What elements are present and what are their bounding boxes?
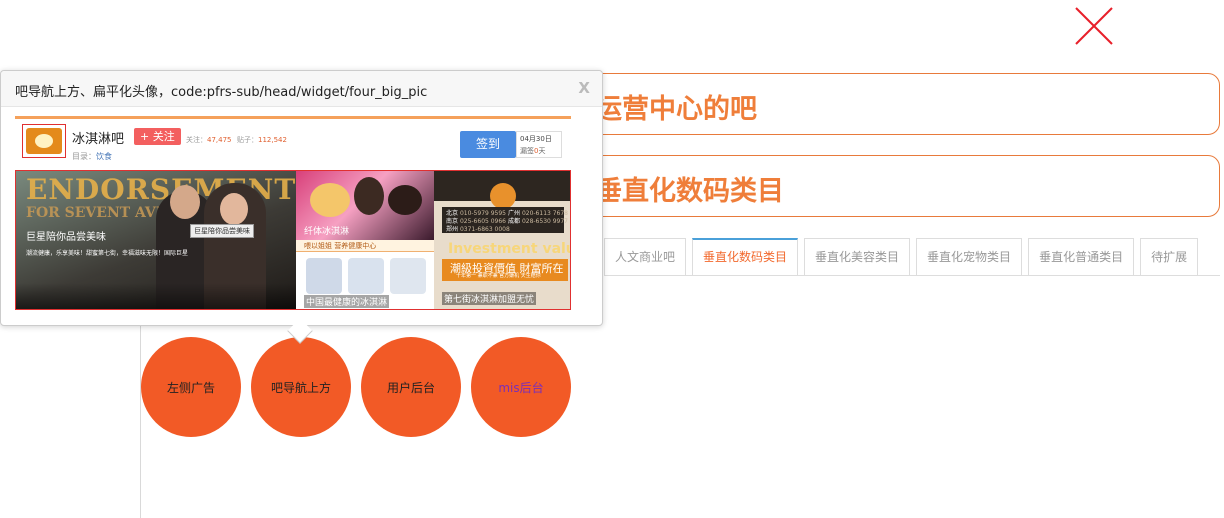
banner-operations-center[interactable]: 运营中心的吧	[560, 73, 1220, 135]
catalog-link[interactable]: 饮食	[96, 152, 112, 161]
circle-forum-nav-top[interactable]: 吧导航上方	[251, 337, 351, 437]
popup-title: 吧导航上方、扁平化头像，code:pfrs-sub/head/widget/fo…	[15, 85, 428, 100]
pic4-caption: 第七街冰淇淋加盟无忧	[442, 292, 537, 305]
tab-to-be-extended[interactable]: 待扩展	[1140, 238, 1199, 275]
seventh-ave-subheadline: FOR SEVENT AVE	[26, 205, 167, 221]
sign-streak: 漏签0天	[520, 147, 546, 155]
tab-vertical-pets[interactable]: 垂直化宠物类目	[916, 238, 1023, 275]
sign-date: 04月30日	[520, 135, 552, 143]
pic2-caption: 纤体冰淇淋	[304, 227, 350, 237]
tab-vertical-general[interactable]: 垂直化普通类目	[1028, 238, 1135, 275]
city-list: 北京 010-5979 9595 南京 025-6605 0966 郑州 037…	[442, 207, 568, 233]
big-pic-endorsement[interactable]: ENDORSEMENT FOR SEVENT AVE 巨星陪你品尝美味 巨星陪你…	[16, 171, 296, 309]
forum-avatar	[22, 124, 66, 158]
stat-posts: 贴子：112,542	[237, 136, 287, 144]
banner-vertical-digital[interactable]: 垂直化数码类目	[560, 155, 1220, 217]
sign-in-date-box: 04月30日 漏签0天	[516, 131, 562, 158]
big-pic-subcaption: 潮流健康，乐享美味！甜蜜第七街，幸福滋味无限！国际巨星	[26, 250, 189, 257]
pic-healthy-ice-cream[interactable]: 喂以姐姐 营养健康中心 中国最健康的冰淇淋	[296, 240, 434, 309]
stat-followers: 关注：47,475	[186, 136, 232, 144]
circle-left-ad[interactable]: 左侧广告	[141, 337, 241, 437]
tab-vertical-beauty[interactable]: 垂直化美容类目	[804, 238, 911, 275]
tab-divider	[604, 275, 1220, 276]
banner-title: 垂直化数码类目	[595, 176, 784, 207]
forum-catalog: 目录：饮食	[72, 152, 112, 161]
banner-title: 运营中心的吧	[595, 94, 757, 125]
tab-vertical-digital[interactable]: 垂直化数码类目	[692, 238, 799, 275]
pic-investment[interactable]: 北京 010-5979 9595 南京 025-6605 0966 郑州 037…	[434, 171, 570, 309]
category-tabs: 人文商业吧 垂直化数码类目 垂直化美容类目 垂直化宠物类目 垂直化普通类目 待扩…	[604, 238, 1199, 276]
circle-mis-backend[interactable]: mis后台	[471, 337, 571, 437]
pic-slim-ice-cream[interactable]: 纤体冰淇淋	[296, 171, 434, 240]
pic3-caption: 中国最健康的冰淇淋	[304, 295, 390, 308]
content-left-border	[140, 326, 141, 518]
ice-cream-logo-icon	[26, 128, 62, 154]
four-big-pic-area: ENDORSEMENT FOR SEVENT AVE 巨星陪你品尝美味 巨星陪你…	[15, 170, 571, 310]
pic3-header: 喂以姐姐 营养健康中心	[304, 242, 377, 250]
big-pic-tag: 巨星陪你品尝美味	[190, 224, 254, 238]
close-icon[interactable]	[1074, 6, 1114, 46]
big-pic-caption: 巨星陪你品尝美味	[26, 232, 106, 243]
circle-user-backend[interactable]: 用户后台	[361, 337, 461, 437]
follow-button[interactable]: + 关注	[134, 128, 181, 145]
investment-value-headline: Investment value	[448, 241, 570, 257]
forum-name: 冰淇淋吧	[72, 132, 125, 147]
investment-small-print: 十年第一 兼职不兼 官方嫌机 天生赔你	[456, 273, 541, 279]
location-pin-icon	[490, 183, 516, 209]
sign-in-button[interactable]: 签到	[460, 131, 516, 158]
popup-close-button[interactable]: X	[578, 79, 590, 97]
tab-humanities-business[interactable]: 人文商业吧	[604, 238, 687, 275]
